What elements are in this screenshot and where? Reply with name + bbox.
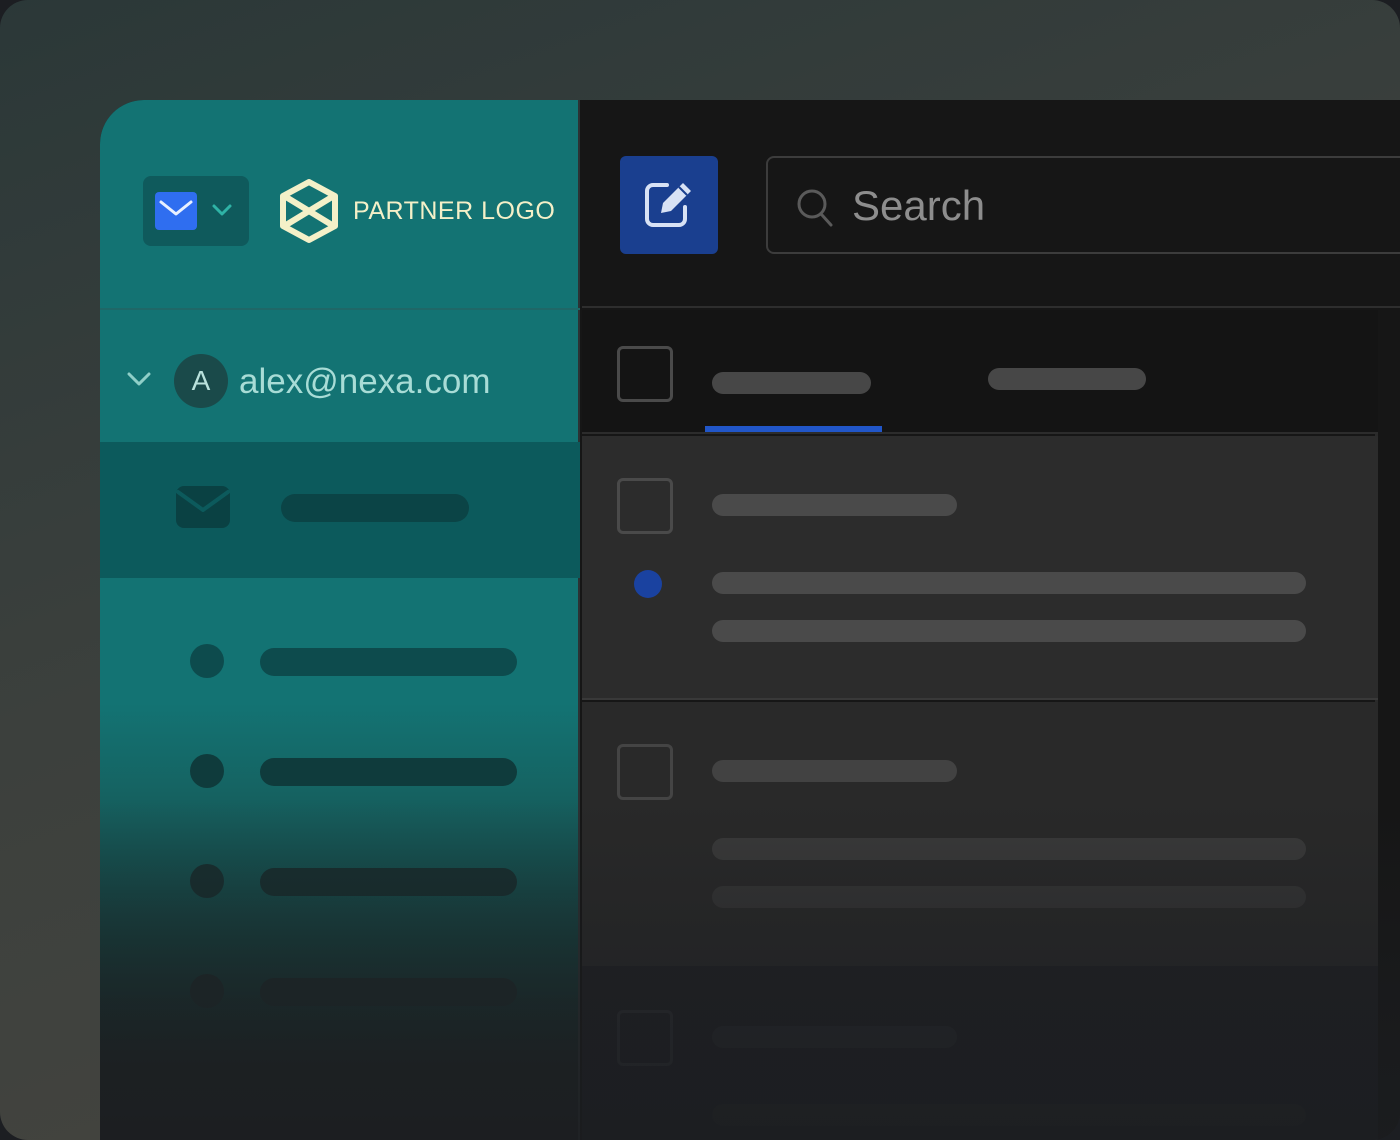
sidebar-item-label xyxy=(260,758,517,786)
search-box[interactable] xyxy=(766,156,1400,254)
search-input[interactable] xyxy=(852,180,1372,232)
chevron-down-icon[interactable] xyxy=(126,370,152,388)
message-list xyxy=(582,310,1378,1140)
select-all-checkbox[interactable] xyxy=(617,346,673,402)
search-icon xyxy=(797,189,833,227)
unread-indicator xyxy=(634,570,662,598)
message-row[interactable] xyxy=(582,702,1378,966)
sidebar: PARTNER LOGO A alex@nexa.com xyxy=(100,100,580,1140)
partner-logo-text: PARTNER LOGO xyxy=(353,197,556,225)
message-subject xyxy=(712,1104,1306,1126)
mail-window: PARTNER LOGO A alex@nexa.com xyxy=(100,100,1400,1140)
sidebar-item-folder[interactable] xyxy=(100,962,580,1022)
message-subject xyxy=(712,838,1306,860)
chevron-down-icon xyxy=(212,204,232,216)
avatar: A xyxy=(174,354,228,408)
tab-other[interactable] xyxy=(988,368,1146,390)
app-switcher-button[interactable] xyxy=(143,176,249,246)
sidebar-item-folder[interactable] xyxy=(100,632,580,692)
top-bar xyxy=(582,100,1400,308)
message-sender xyxy=(712,760,957,782)
active-tab-indicator xyxy=(705,426,882,432)
folder-dot-icon xyxy=(190,754,224,788)
message-checkbox[interactable] xyxy=(617,744,673,800)
sidebar-item-label xyxy=(281,494,469,522)
sidebar-item-folder[interactable] xyxy=(100,742,580,802)
message-subject xyxy=(712,572,1306,594)
sidebar-item-label xyxy=(260,978,517,1006)
folder-dot-icon xyxy=(190,974,224,1008)
list-header xyxy=(582,310,1378,434)
envelope-icon xyxy=(176,486,230,528)
tab-primary[interactable] xyxy=(712,372,871,394)
account-email: alex@nexa.com xyxy=(239,362,491,401)
sidebar-item-folder[interactable] xyxy=(100,852,580,912)
compose-icon xyxy=(645,183,691,227)
message-sender xyxy=(712,1026,957,1048)
message-row[interactable] xyxy=(582,436,1378,700)
folder-dot-icon xyxy=(190,644,224,678)
partner-logo-icon xyxy=(280,179,338,243)
sidebar-item-inbox[interactable] xyxy=(100,442,580,578)
account-row[interactable]: A alex@nexa.com xyxy=(100,312,580,442)
message-preview xyxy=(712,886,1306,908)
sidebar-header: PARTNER LOGO xyxy=(100,100,580,310)
message-row[interactable] xyxy=(582,966,1378,1140)
folder-dot-icon xyxy=(190,864,224,898)
backdrop: PARTNER LOGO A alex@nexa.com xyxy=(0,0,1400,1140)
message-checkbox[interactable] xyxy=(617,1010,673,1066)
main-area xyxy=(582,100,1400,1140)
compose-button[interactable] xyxy=(620,156,718,254)
message-checkbox[interactable] xyxy=(617,478,673,534)
sidebar-item-label xyxy=(260,868,517,896)
mail-icon xyxy=(155,192,197,230)
message-preview xyxy=(712,620,1306,642)
sidebar-item-label xyxy=(260,648,517,676)
message-sender xyxy=(712,494,957,516)
